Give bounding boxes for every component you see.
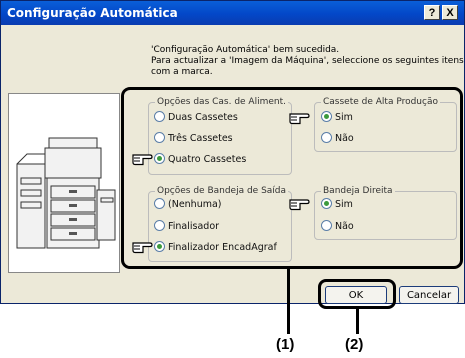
ok-callout-ring bbox=[318, 279, 396, 309]
message-line-3: com a marca. bbox=[151, 67, 213, 77]
help-button[interactable]: ? bbox=[424, 5, 440, 20]
message-line-1: 'Configuração Automática' bem sucedida. bbox=[151, 45, 340, 55]
status-message: 'Configuração Automática' bem sucedida. … bbox=[151, 45, 464, 78]
message-line-2: Para actualizar a 'Imagem da Máquina', s… bbox=[151, 56, 464, 66]
title-bar: Configuração Automática ? X bbox=[1, 1, 464, 25]
machine-image bbox=[8, 93, 120, 273]
callout-label-2: (2) bbox=[345, 336, 364, 353]
callout-line-2 bbox=[356, 309, 359, 334]
close-button[interactable]: X bbox=[442, 5, 458, 20]
auto-config-dialog: Configuração Automática ? X 'Configuraçã… bbox=[0, 0, 465, 304]
callout-line-1 bbox=[287, 268, 290, 334]
options-callout-box bbox=[121, 87, 463, 269]
cancel-button[interactable]: Cancelar bbox=[399, 286, 459, 304]
window-title: Configuração Automática bbox=[7, 6, 178, 20]
callout-label-1: (1) bbox=[276, 336, 295, 353]
